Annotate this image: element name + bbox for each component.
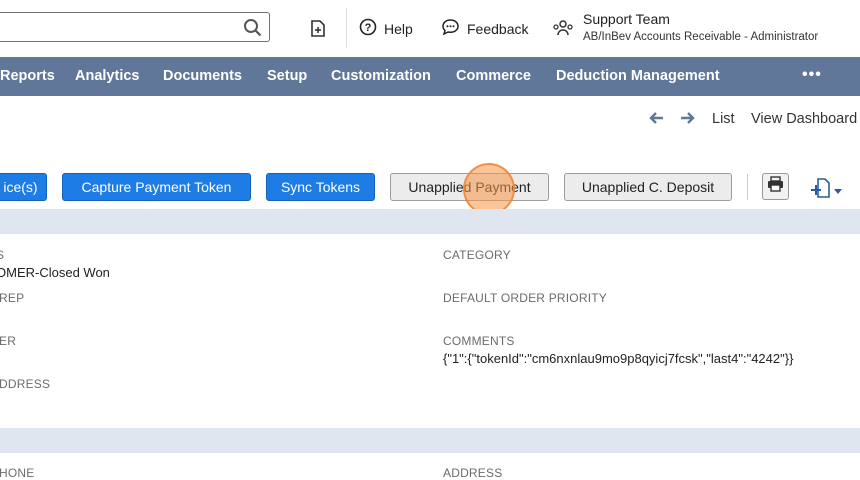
printer-icon — [767, 176, 784, 197]
global-search-input[interactable] — [0, 12, 270, 42]
list-link[interactable]: List — [712, 111, 735, 127]
help-label: Help — [384, 20, 413, 37]
new-document-icon — [810, 178, 832, 203]
toolbar-divider — [747, 174, 748, 200]
nav-deduction-management[interactable]: Deduction Management — [556, 68, 720, 84]
nav-more-icon[interactable]: ••• — [802, 66, 822, 84]
view-dashboard-link[interactable]: View Dashboard — [751, 111, 857, 127]
comments-value: {"1":{"tokenId":"cm6nxnlau9mo9p8qyicj7fc… — [443, 351, 794, 366]
section-header-primary — [0, 209, 860, 234]
category-label: CATEGORY — [443, 248, 511, 262]
recent-records-icon[interactable] — [306, 18, 330, 40]
chevron-down-icon — [834, 182, 842, 200]
search-icon[interactable] — [243, 18, 263, 38]
address-label: ADDRESS — [443, 466, 503, 480]
main-navigation: Reports Analytics Documents Setup Custom… — [0, 57, 860, 96]
unapplied-customer-deposit-button[interactable]: Unapplied C. Deposit — [564, 173, 732, 201]
status-value: OMER-Closed Won — [0, 265, 110, 280]
user-roles-icon[interactable] — [552, 17, 574, 39]
status-label: S — [0, 248, 5, 262]
user-name[interactable]: Support Team — [583, 11, 670, 27]
default-order-priority-label: DEFAULT ORDER PRIORITY — [443, 291, 607, 305]
partner-label: ER — [0, 334, 17, 348]
help-link[interactable]: ? Help — [359, 18, 413, 39]
feedback-link[interactable]: Feedback — [441, 18, 528, 39]
back-arrow-icon[interactable] — [648, 110, 664, 131]
feedback-label: Feedback — [467, 20, 529, 37]
nav-analytics[interactable]: Analytics — [75, 68, 139, 84]
sales-rep-label: REP — [0, 291, 25, 305]
section-header-secondary — [0, 428, 860, 453]
nav-reports[interactable]: Reports — [0, 68, 55, 84]
user-role[interactable]: AB/InBev Accounts Receivable - Administr… — [583, 31, 818, 43]
address-left-label: DDRESS — [0, 377, 51, 391]
forward-arrow-icon[interactable] — [680, 110, 696, 131]
nav-setup[interactable]: Setup — [267, 68, 307, 84]
feedback-icon — [441, 18, 460, 39]
nav-customization[interactable]: Customization — [331, 68, 431, 84]
svg-text:?: ? — [365, 22, 372, 34]
capture-payment-token-button[interactable]: Capture Payment Token — [62, 173, 251, 201]
phone-label: HONE — [0, 466, 35, 480]
new-record-button[interactable] — [810, 178, 842, 203]
comments-label: COMMENTS — [443, 334, 515, 348]
nav-documents[interactable]: Documents — [163, 68, 242, 84]
header-divider — [346, 8, 347, 48]
invoice-button[interactable]: ice(s) — [0, 173, 47, 201]
unapplied-payment-button[interactable]: Unapplied Payment — [390, 173, 549, 201]
help-icon: ? — [359, 18, 377, 39]
print-button[interactable] — [762, 173, 789, 200]
sync-tokens-button[interactable]: Sync Tokens — [266, 173, 375, 201]
nav-commerce[interactable]: Commerce — [456, 68, 531, 84]
